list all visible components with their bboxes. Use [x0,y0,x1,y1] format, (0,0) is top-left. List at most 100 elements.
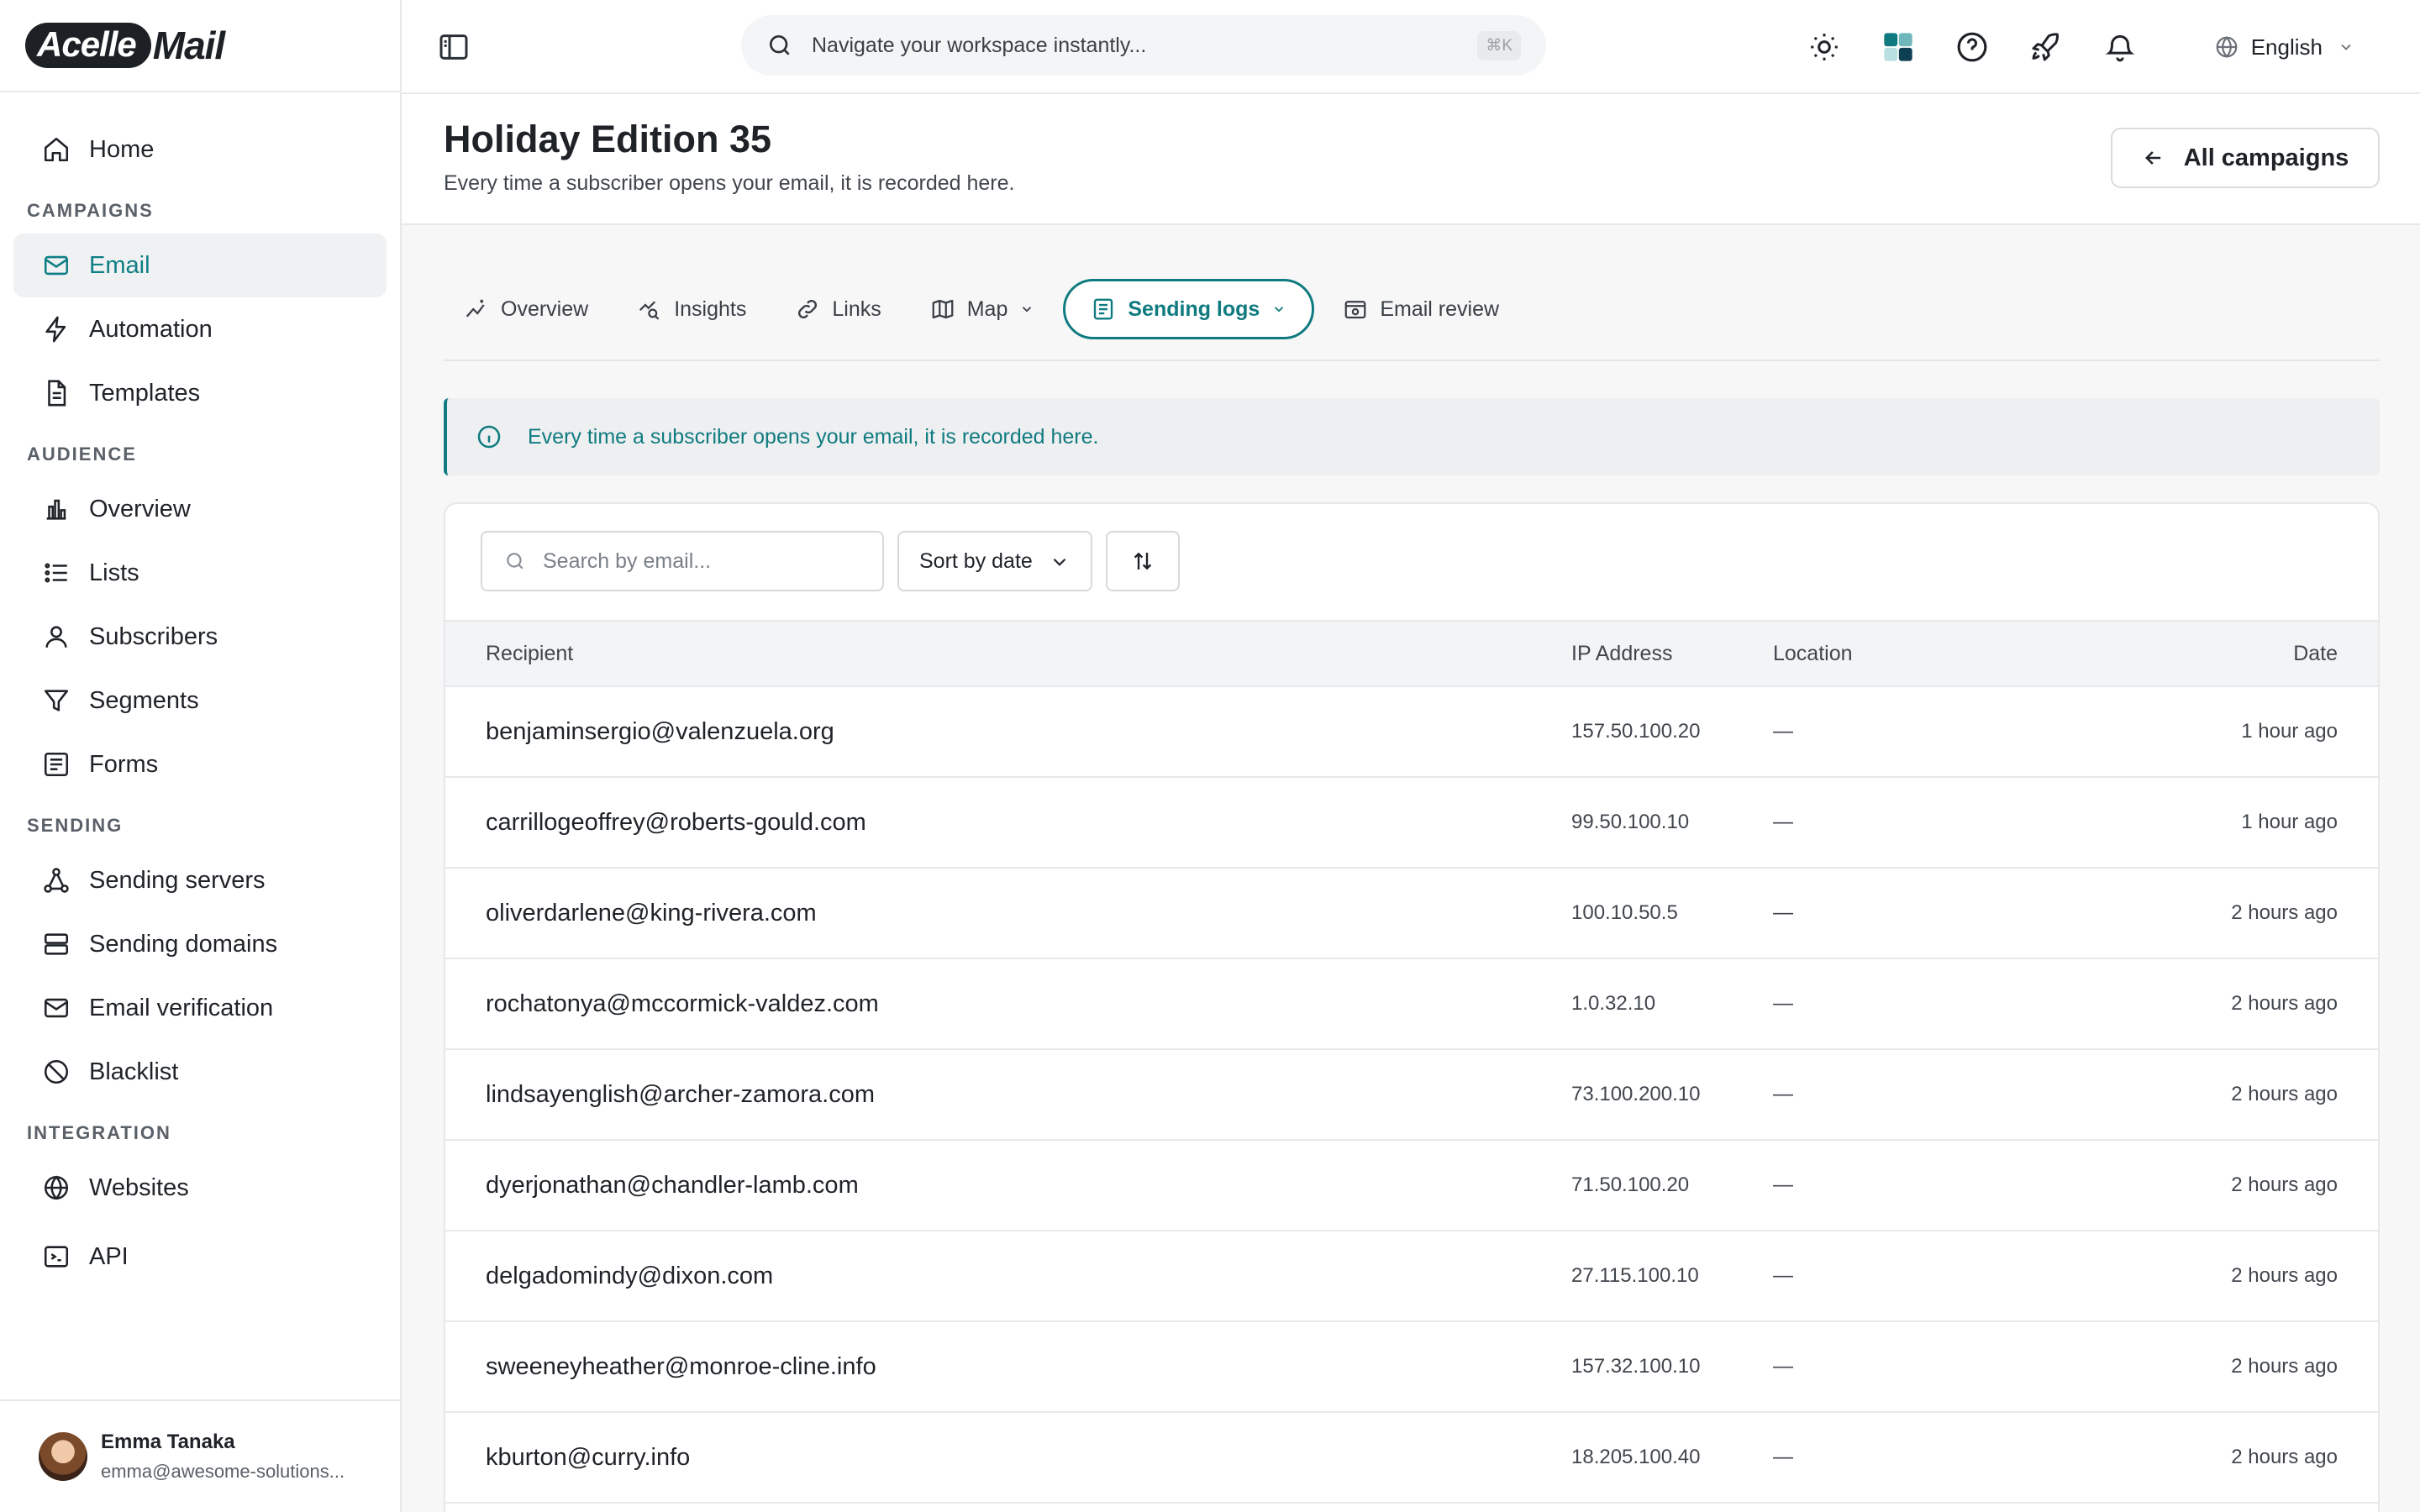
sending-logs-table: Recipient IP Address Location Date benja… [445,620,2378,1504]
cell-recipient[interactable]: rochatonya@mccormick-valdez.com [445,958,1571,1050]
sort-direction-button[interactable] [1106,531,1180,591]
table-row[interactable]: delgadomindy@dixon.com 27.115.100.10 — 2… [445,1231,2378,1322]
cell-recipient[interactable]: carrillogeoffrey@roberts-gould.com [445,777,1571,869]
cell-date: 2 hours ago [1985,1412,2378,1504]
cell-recipient[interactable]: sweeneyheather@monroe-cline.info [445,1321,1571,1413]
help-icon[interactable] [1954,29,1991,66]
sidebar-item-lists[interactable]: Lists [13,541,387,605]
document-icon [40,377,72,409]
logo-mail: Mail [152,24,225,67]
theme-sun-icon[interactable] [1806,29,1843,66]
cell-date: 1 hour ago [1985,686,2378,778]
filter-icon [40,685,72,717]
tab-sending-logs[interactable]: Sending logs [1063,279,1315,339]
envelope-icon [40,992,72,1024]
table-row[interactable]: rochatonya@mccormick-valdez.com 1.0.32.1… [445,958,2378,1050]
sidebar-item-overview[interactable]: Overview [13,477,387,541]
sidebar-item-api[interactable]: API [13,1225,387,1289]
app-grid-icon[interactable] [1880,29,1917,66]
column-header-location[interactable]: Location [1773,620,1986,687]
tab-label: Overview [501,297,589,321]
column-header-recipient[interactable]: Recipient [445,620,1571,687]
sidebar-item-sending-servers[interactable]: Sending servers [13,848,387,912]
table-row[interactable]: carrillogeoffrey@roberts-gould.com 99.50… [445,777,2378,869]
cell-recipient[interactable]: lindsayenglish@archer-zamora.com [445,1049,1571,1141]
ban-icon [40,1056,72,1088]
sidebar-item-label: Segments [89,686,199,714]
info-alert-text: Every time a subscriber opens your email… [528,424,1099,449]
email-review-icon [1343,297,1368,322]
info-alert: Every time a subscriber opens your email… [444,398,2380,475]
sidebar-item-label: Email verification [89,994,274,1021]
mail-icon [40,249,72,281]
table-row[interactable]: lindsayenglish@archer-zamora.com 73.100.… [445,1049,2378,1141]
logs-toolbar: Search by email... Sort by date [445,504,2378,620]
cell-location: — [1773,1231,1986,1322]
sidebar-item-automation[interactable]: Automation [13,297,387,361]
sidebar-item-sending-domains[interactable]: Sending domains [13,912,387,976]
bar-chart-icon [40,493,72,525]
sort-select-label: Sort by date [919,549,1033,573]
bolt-icon [40,313,72,345]
bell-icon[interactable] [2102,29,2139,66]
cell-recipient[interactable]: benjaminsergio@valenzuela.org [445,686,1571,778]
table-row[interactable]: kburton@curry.info 18.205.100.40 — 2 hou… [445,1412,2378,1504]
user-profile[interactable]: Emma Tanaka emma@awesome-solutions... [0,1399,400,1512]
cell-recipient[interactable]: kburton@curry.info [445,1412,1571,1504]
email-search-placeholder: Search by email... [543,549,712,573]
table-row[interactable]: dyerjonathan@chandler-lamb.com 71.50.100… [445,1140,2378,1231]
column-header-date[interactable]: Date [1985,620,2378,687]
language-select[interactable]: English [2214,34,2354,60]
sidebar-item-label: Email [89,251,150,279]
user-email: emma@awesome-solutions... [101,1461,345,1482]
sidebar-item-label: Templates [89,379,201,407]
email-search-input[interactable]: Search by email... [481,531,884,591]
cell-recipient[interactable]: dyerjonathan@chandler-lamb.com [445,1140,1571,1231]
arrow-left-icon [2142,146,2165,170]
cell-ip: 157.32.100.10 [1571,1321,1773,1413]
global-search-placeholder: Navigate your workspace instantly... [812,33,1147,57]
sidebar-item-label: API [89,1242,129,1270]
sidebar-toggle-icon[interactable] [437,30,471,64]
sidebar-item-home[interactable]: Home [13,118,387,181]
cell-location: — [1773,777,1986,869]
rocket-icon[interactable] [2028,29,2065,66]
table-row[interactable]: benjaminsergio@valenzuela.org 157.50.100… [445,686,2378,778]
section-campaigns: CAMPAIGNS [27,200,154,221]
logo-acelle: Acelle [25,23,151,68]
cell-location: — [1773,1412,1986,1504]
sidebar-item-email-verification[interactable]: Email verification [13,976,387,1040]
sidebar-item-email[interactable]: Email [13,234,387,297]
sidebar-item-label: Automation [89,315,213,343]
tab-map[interactable]: Map [910,279,1055,339]
sidebar-item-label: Websites [89,1173,189,1201]
sort-select[interactable]: Sort by date [897,531,1092,591]
table-row[interactable]: sweeneyheather@monroe-cline.info 157.32.… [445,1321,2378,1413]
cell-recipient[interactable]: delgadomindy@dixon.com [445,1231,1571,1322]
cell-ip: 157.50.100.20 [1571,686,1773,778]
all-campaigns-button[interactable]: All campaigns [2111,128,2380,188]
sidebar-item-segments[interactable]: Segments [13,669,387,732]
sidebar-item-templates[interactable]: Templates [13,361,387,425]
tab-links[interactable]: Links [775,279,901,339]
tab-overview[interactable]: Overview [444,279,608,339]
sidebar-item-forms[interactable]: Forms [13,732,387,796]
cell-recipient[interactable]: oliverdarlene@king-rivera.com [445,868,1571,959]
sidebar-item-websites[interactable]: Websites [13,1156,387,1220]
tab-email-review[interactable]: Email review [1323,279,1519,339]
column-header-ip-address[interactable]: IP Address [1571,620,1773,687]
campaign-tabs: Overview Insights Links Map Sending logs… [444,279,2380,361]
sparkle-chart-icon [464,297,489,322]
section-integration: INTEGRATION [27,1122,171,1143]
sidebar-item-subscribers[interactable]: Subscribers [13,605,387,669]
sidebar: Acelle Mail Home CAMPAIGNS Email Automat… [0,0,402,1512]
brand-logo[interactable]: Acelle Mail [0,0,400,92]
user-icon [40,621,72,653]
sidebar-item-label: Home [89,135,155,163]
info-icon [476,423,502,450]
tab-insights[interactable]: Insights [617,279,766,339]
global-search-input[interactable]: Navigate your workspace instantly... ⌘K [741,15,1546,76]
globe-icon [40,1172,72,1204]
sidebar-item-blacklist[interactable]: Blacklist [13,1040,387,1104]
table-row[interactable]: oliverdarlene@king-rivera.com 100.10.50.… [445,868,2378,959]
